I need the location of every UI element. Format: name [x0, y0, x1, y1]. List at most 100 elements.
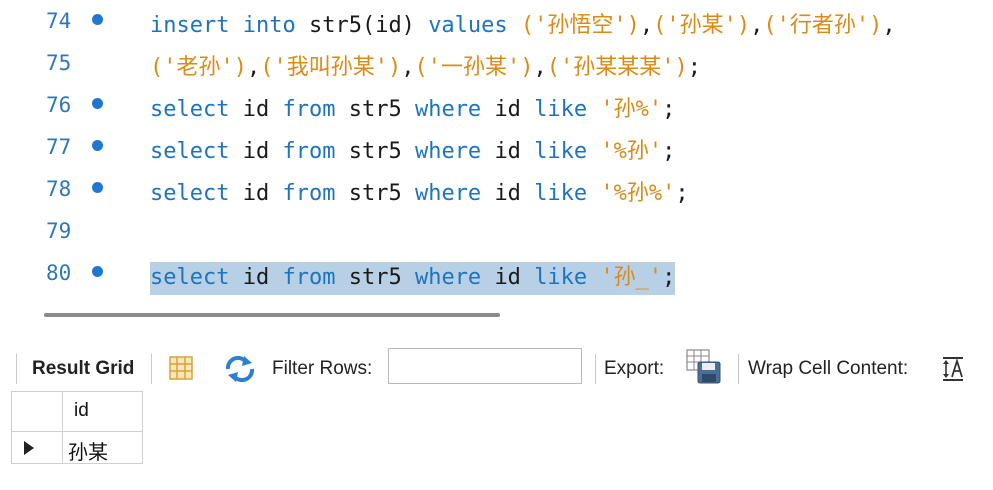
filter-rows-label: Filter Rows: [272, 358, 373, 379]
string-literal: '%孙' [600, 139, 663, 164]
code-text[interactable]: insert into str5(id) values ('孙悟空'),('孙某… [150, 7, 896, 39]
string-literal: ('孙悟空') [520, 13, 640, 38]
keyword: into [242, 13, 296, 38]
keyword: select [150, 265, 230, 290]
line-number: 76 [46, 93, 72, 117]
identifier: id [494, 265, 521, 290]
string-literal: '孙%' [600, 97, 663, 122]
keyword: where [414, 181, 482, 206]
punctuation: ; [662, 139, 676, 164]
filter-rows-input[interactable] [388, 348, 582, 384]
punctuation: , [401, 55, 415, 80]
keyword: where [414, 265, 482, 290]
keyword: select [150, 181, 230, 206]
punctuation: , [882, 13, 896, 38]
row-selector[interactable] [11, 432, 63, 464]
keyword: values [428, 13, 508, 38]
code-line-78[interactable]: 78 select id from str5 where id like '%孙… [10, 168, 993, 210]
code-text[interactable]: ('老孙'),('我叫孙某'),('一孙某'),('孙某某某'); [150, 49, 701, 81]
line-number: 75 [46, 51, 72, 75]
string-literal: ('老孙') [150, 55, 247, 80]
punctuation: ; [662, 265, 676, 290]
keyword: from [282, 97, 336, 122]
toolbar-separator [16, 354, 17, 384]
string-literal: ('行者孙') [763, 13, 883, 38]
keyword: select [150, 139, 230, 164]
statement-marker-icon [92, 266, 103, 277]
keyword: from [282, 139, 336, 164]
string-literal: ('我叫孙某') [260, 55, 402, 80]
identifier: id [242, 265, 270, 290]
identifier: id [242, 97, 270, 122]
identifier: id [242, 181, 270, 206]
statement-marker-icon [92, 182, 103, 193]
keyword: from [282, 265, 336, 290]
identifier: str5 [348, 265, 402, 290]
code-text[interactable]: select id from str5 where id like '%孙%'; [150, 175, 689, 207]
export-save-icon[interactable] [686, 349, 724, 389]
statement-marker-icon [92, 140, 103, 151]
toolbar-separator [151, 354, 152, 384]
string-literal: ('一孙某') [414, 55, 534, 80]
code-line-80[interactable]: 80 select id from str5 where id like '孙_… [10, 252, 993, 295]
identifier: str5 [348, 97, 402, 122]
keyword: like [534, 265, 588, 290]
line-number: 77 [46, 135, 72, 159]
code-line-77[interactable]: 77 select id from str5 where id like '%孙… [10, 126, 993, 168]
line-number: 80 [46, 261, 72, 285]
line-number: 79 [46, 219, 72, 243]
code-line-74[interactable]: 74 insert into str5(id) values ('孙悟空'),(… [10, 0, 993, 42]
code-line-75[interactable]: 75 ('老孙'),('我叫孙某'),('一孙某'),('孙某某某'); [10, 42, 993, 84]
statement-marker-icon [92, 98, 103, 109]
line-number: 74 [46, 9, 72, 33]
code-text-selected[interactable]: select id from str5 where id like '孙_'; [150, 259, 676, 295]
punctuation: ; [687, 55, 701, 80]
grid-corner-cell [11, 391, 63, 432]
keyword: like [534, 139, 588, 164]
punctuation: , [750, 13, 764, 38]
string-literal: '孙_' [600, 265, 663, 290]
toolbar-separator [595, 354, 596, 384]
punctuation: , [246, 55, 261, 80]
refresh-icon[interactable] [224, 355, 256, 387]
sql-editor[interactable]: 74 insert into str5(id) values ('孙悟空'),(… [10, 0, 993, 300]
line-number: 78 [46, 177, 72, 201]
statement-marker-icon [92, 14, 103, 25]
keyword: where [414, 97, 482, 122]
identifier: id [494, 97, 521, 122]
identifier: id [494, 139, 521, 164]
table-cell[interactable]: 孙某 [63, 432, 143, 464]
row-pointer-icon [24, 441, 34, 455]
punctuation: ; [662, 97, 676, 122]
code-text[interactable]: select id from str5 where id like '孙%'; [150, 91, 675, 123]
identifier: str5(id) [308, 13, 415, 38]
export-label: Export: [604, 358, 665, 379]
punctuation: , [639, 13, 654, 38]
code-text[interactable]: select id from str5 where id like '%孙'; [150, 133, 675, 165]
horizontal-scrollbar[interactable] [44, 313, 500, 317]
code-line-79[interactable]: 79 [10, 210, 993, 252]
keyword: from [282, 181, 336, 206]
string-literal: ('孙某') [653, 13, 751, 38]
identifier: id [242, 139, 270, 164]
keyword: where [414, 139, 482, 164]
identifier: str5 [348, 139, 402, 164]
keyword: like [534, 97, 588, 122]
identifier: id [494, 181, 521, 206]
identifier: str5 [348, 181, 402, 206]
punctuation: , [533, 55, 547, 80]
toolbar-separator [738, 354, 739, 384]
grid-form-icon[interactable] [168, 355, 194, 385]
selection-highlight[interactable]: select id from str5 where id like '孙_'; [150, 262, 676, 295]
string-literal: ('孙某某某') [546, 55, 688, 80]
keyword: insert [150, 13, 230, 38]
column-header-id[interactable]: id [63, 391, 143, 432]
code-line-76[interactable]: 76 select id from str5 where id like '孙%… [10, 84, 993, 126]
wrap-text-icon[interactable] [940, 356, 966, 386]
string-literal: '%孙%' [600, 181, 676, 206]
wrap-cell-content-label: Wrap Cell Content: [748, 358, 909, 379]
result-toolbar: Result Grid Filter Rows: Export: Wrap Ce… [0, 348, 993, 388]
result-grid-tab[interactable]: Result Grid [32, 358, 134, 380]
keyword: select [150, 97, 230, 122]
keyword: like [534, 181, 588, 206]
